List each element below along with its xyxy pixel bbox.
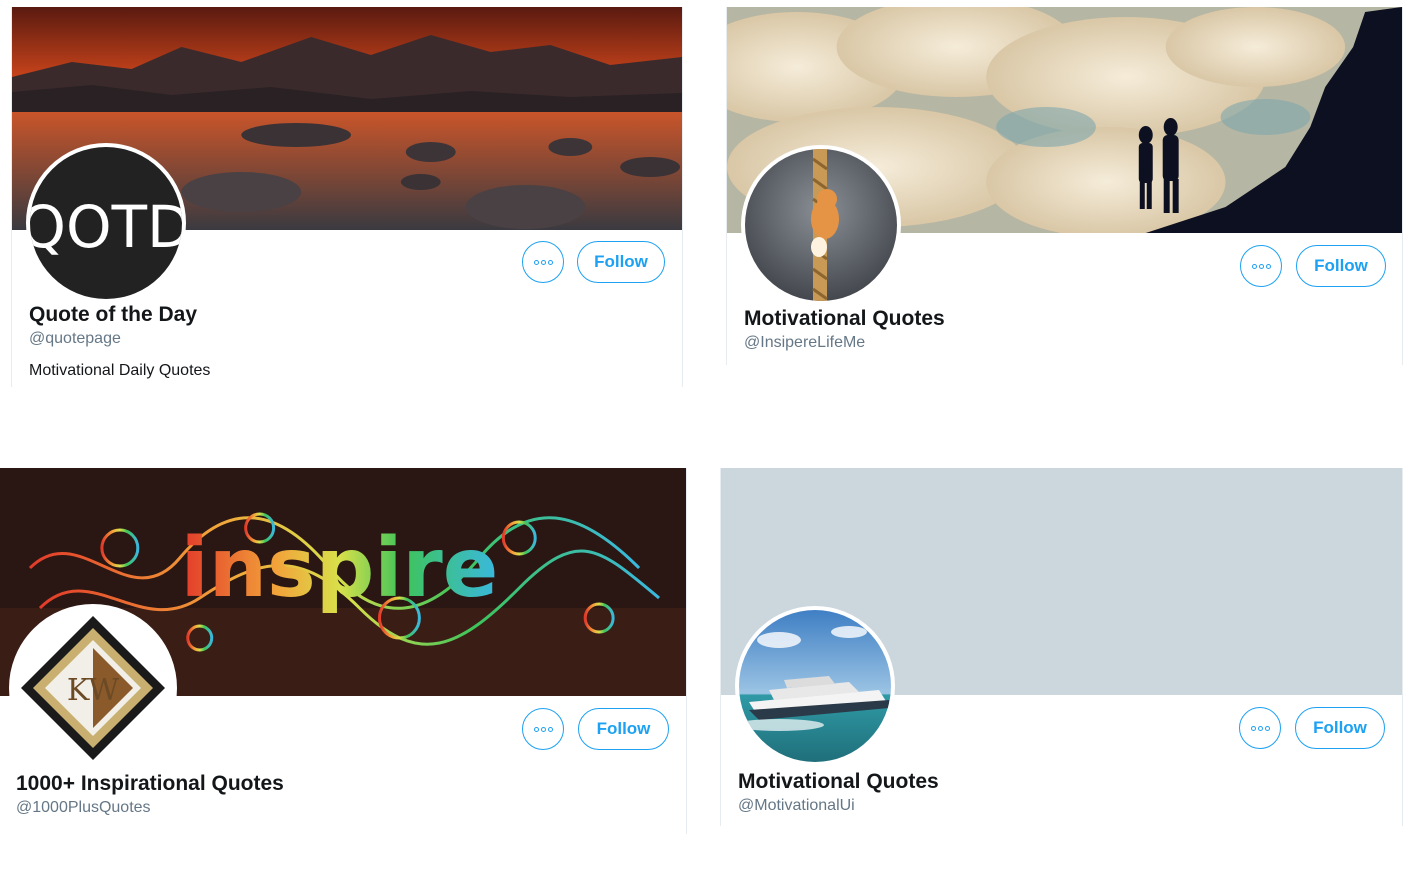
more-options-icon (540, 726, 546, 732)
more-options-icon (547, 726, 553, 732)
more-options-icon (540, 259, 546, 265)
more-options-button[interactable] (1239, 707, 1281, 749)
profile-handle[interactable]: @InsipereLifeMe (744, 334, 865, 352)
avatar-logo-text: KW (67, 673, 119, 708)
follow-button[interactable]: Follow (578, 708, 669, 750)
more-options-icon (1258, 263, 1264, 269)
profile-avatar[interactable]: KW (9, 604, 177, 772)
profile-name: Quote of the Day (29, 303, 198, 326)
more-options-button[interactable] (1240, 245, 1282, 287)
more-options-icon (1265, 263, 1271, 269)
follow-button[interactable]: Follow (1295, 707, 1385, 749)
profile-card[interactable]: inspire KW Follow 1000+ Inspirational Qu… (0, 468, 687, 834)
follow-button[interactable]: Follow (1296, 245, 1386, 287)
more-options-icon (1264, 725, 1270, 731)
profile-avatar[interactable] (735, 606, 895, 766)
profile-handle[interactable]: @1000PlusQuotes (16, 799, 151, 817)
profile-avatar[interactable] (741, 145, 901, 305)
profile-card[interactable]: Follow Motivational Quotes @InsipereLife… (726, 7, 1403, 365)
more-options-icon (1257, 725, 1263, 731)
more-options-icon (533, 259, 539, 265)
profile-name: 1000+ Inspirational Quotes (16, 772, 284, 795)
banner-text: inspire (181, 521, 499, 616)
more-options-button[interactable] (522, 708, 564, 750)
more-options-icon (547, 259, 553, 265)
profile-name: Motivational Quotes (744, 307, 945, 330)
follow-button[interactable]: Follow (577, 241, 665, 283)
avatar-logo-text: QOTD (30, 193, 182, 261)
profile-name: Motivational Quotes (738, 770, 939, 793)
profile-handle[interactable]: @quotepage (29, 330, 121, 348)
more-options-icon (1250, 725, 1256, 731)
profile-card[interactable]: QOTD Follow Quote of the Day @quotepage … (11, 7, 683, 387)
more-options-button[interactable] (522, 241, 564, 283)
profile-card[interactable]: Follow Motivational Quotes @Motivational… (720, 468, 1403, 826)
more-options-icon (1251, 263, 1257, 269)
more-options-icon (533, 726, 539, 732)
profile-handle[interactable]: @MotivationalUi (738, 797, 855, 815)
profile-avatar[interactable]: QOTD (26, 143, 186, 303)
profile-bio: Motivational Daily Quotes (29, 362, 211, 379)
